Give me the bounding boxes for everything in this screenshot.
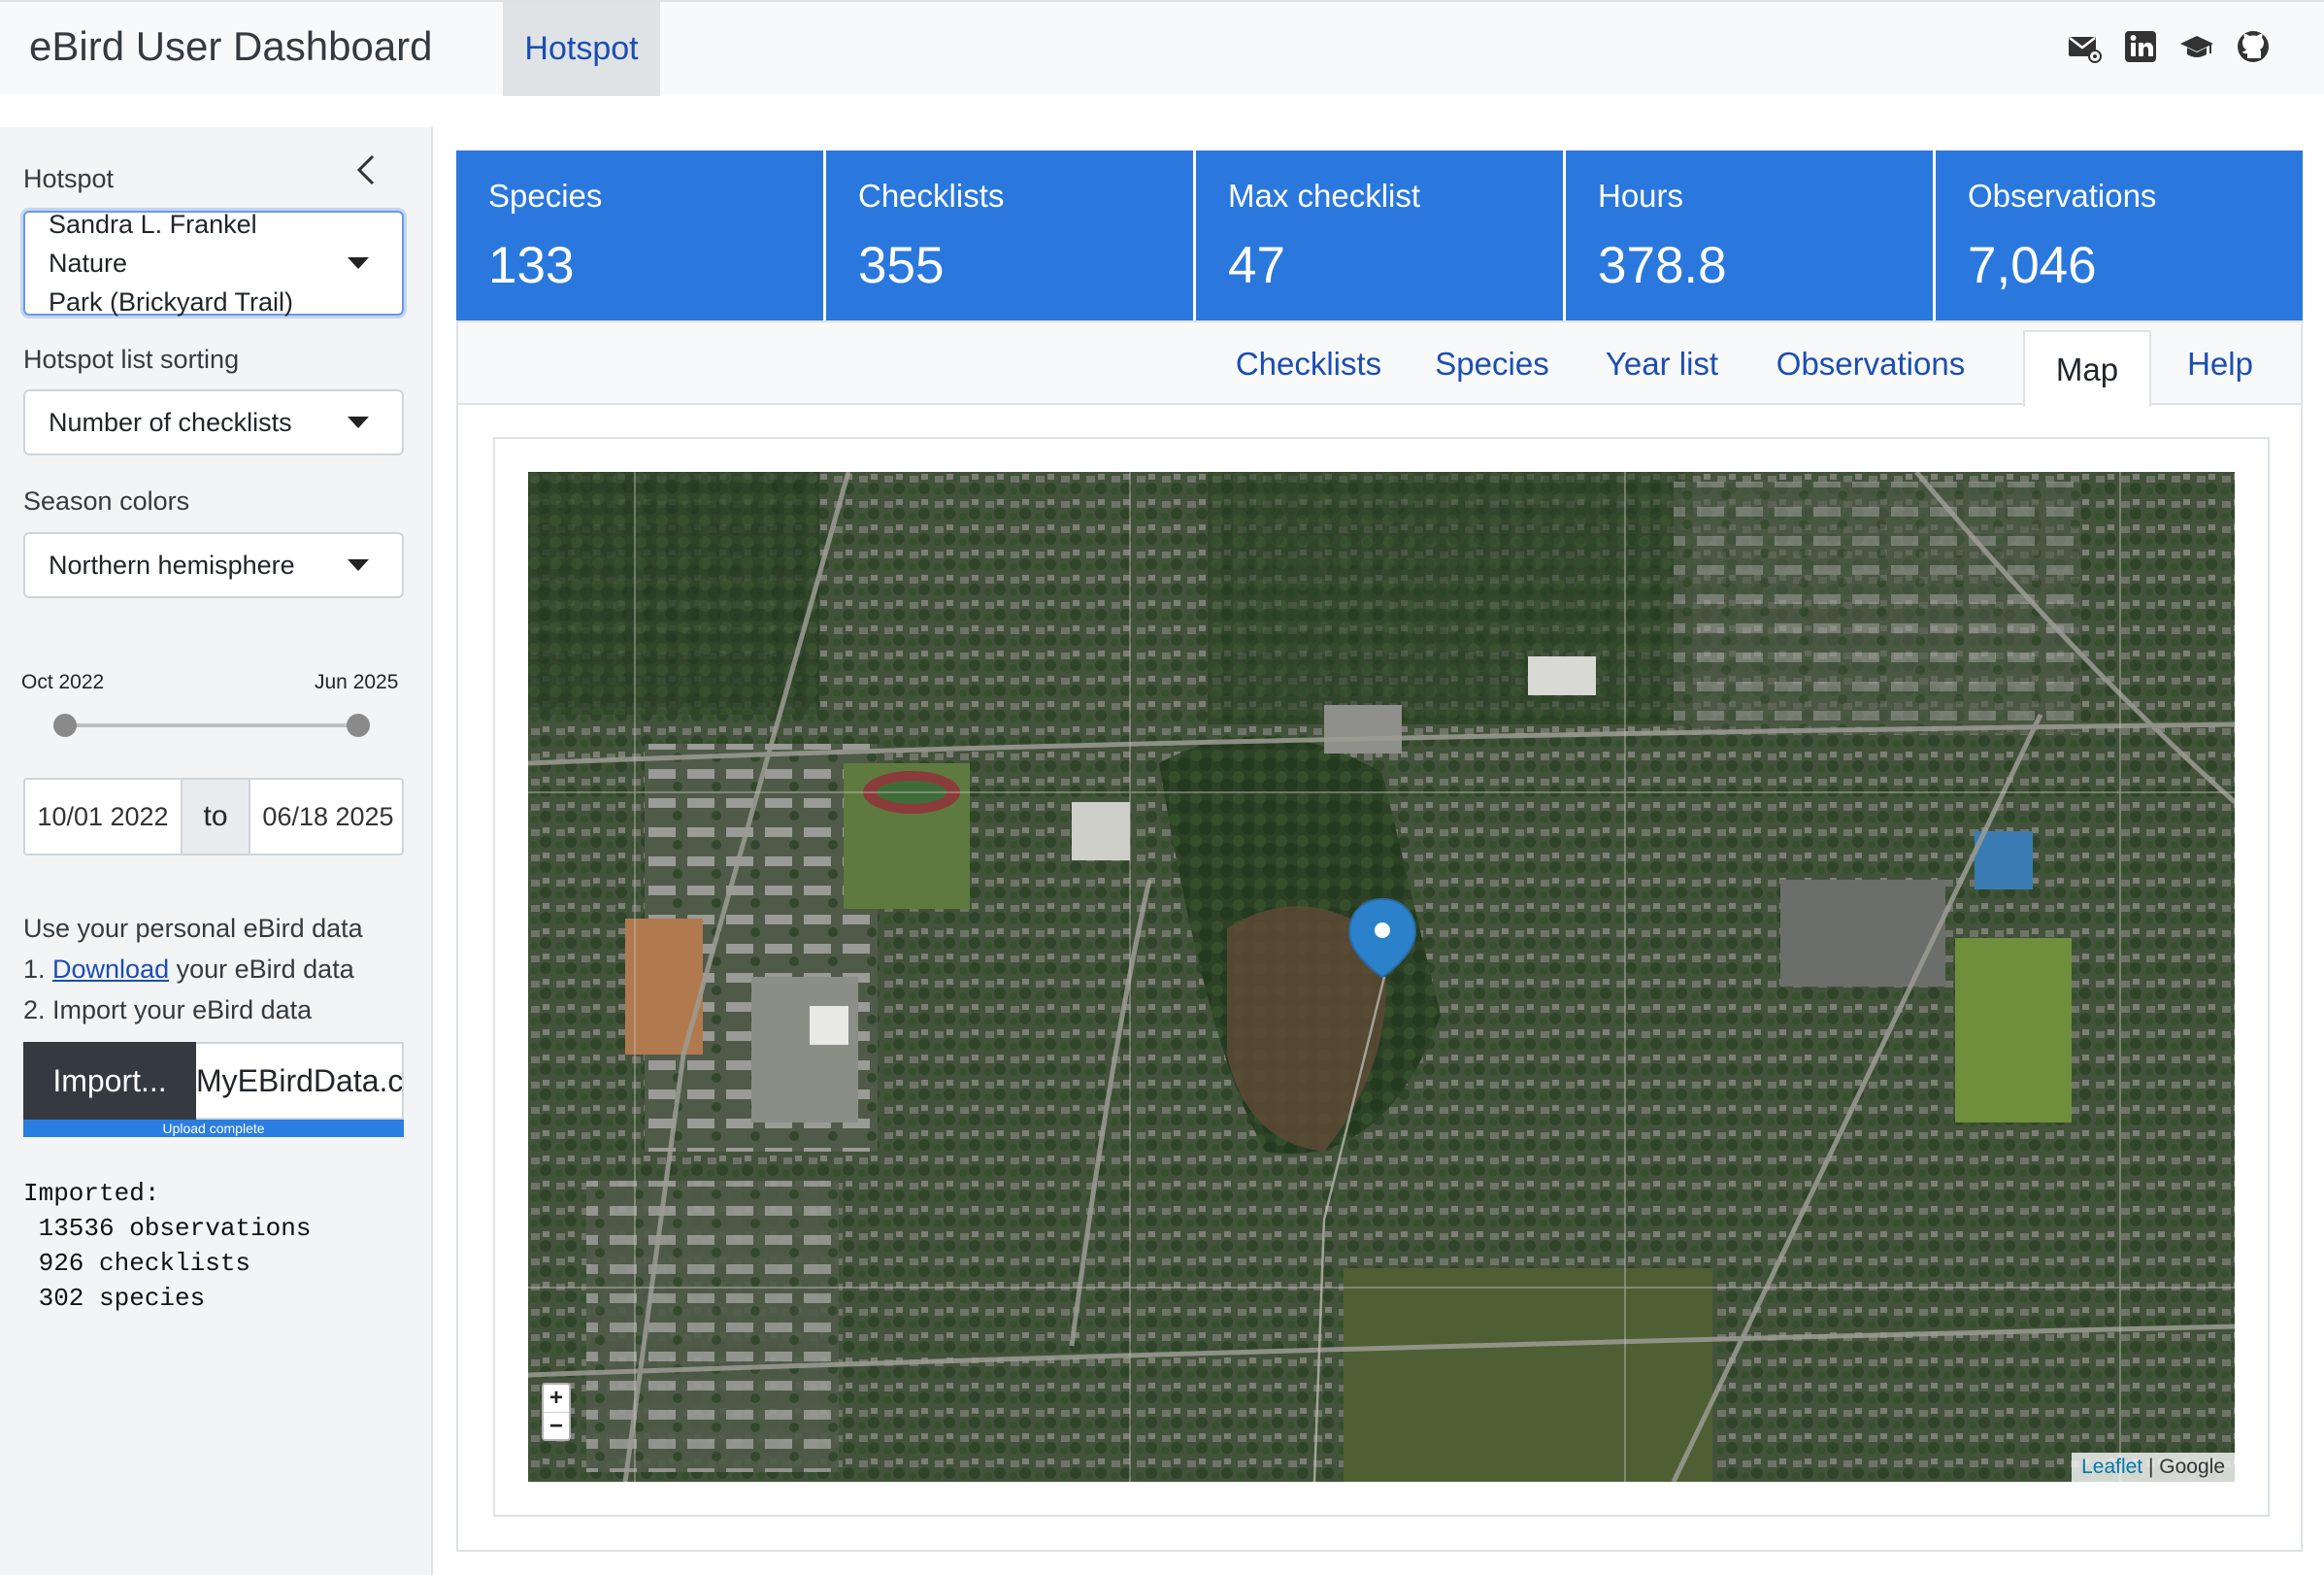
chevron-down-icon [348,257,369,269]
collapse-sidebar-icon[interactable] [351,152,381,187]
hotspot-label: Hotspot [23,164,115,193]
map-zoom-control: + − [542,1383,571,1441]
linkedin-icon[interactable] [2123,29,2158,64]
hotspot-select[interactable]: Sandra L. Frankel Nature Park (Brickyard… [23,210,404,317]
top-navbar: eBird User Dashboard Hotspot [0,0,2324,96]
step-1-prefix: 1. [23,955,53,984]
tab-species[interactable]: Species [1429,322,1555,405]
range-min-label: Oct 2022 [21,671,105,693]
date-range-input: 10/01 2022 to 06/18 2025 [23,778,404,855]
tab-help[interactable]: Help [2167,322,2274,405]
card-tab-bar: Checklists Species Year list Observation… [458,322,2301,407]
import-button[interactable]: Import... [23,1042,196,1120]
sorting-label: Hotspot list sorting [23,345,240,374]
sidebar: Hotspot Sandra L. Frankel Nature Park (B… [0,127,433,1575]
sorting-select[interactable]: Number of checklists [23,389,404,455]
date-range-slider-track[interactable] [64,723,357,727]
end-date-input[interactable]: 06/18 2025 [250,780,406,854]
value-box-title: Species [488,178,603,214]
season-colors-select-value: Northern hemisphere [49,550,295,580]
graduation-cap-icon[interactable] [2179,29,2214,64]
tab-observations[interactable]: Observations [1769,322,1973,405]
season-colors-select[interactable]: Northern hemisphere [23,532,404,598]
zoom-in-button[interactable]: + [544,1385,569,1412]
date-range-slider-min-handle[interactable] [53,714,77,737]
season-colors-label: Season colors [23,486,190,516]
value-box-hours: Hours 378.8 [1566,151,1933,320]
tab-year-list[interactable]: Year list [1594,322,1730,405]
hotspot-select-value-line1: Sandra L. Frankel Nature [49,210,257,278]
step-2-text: 2. Import your eBird data [23,995,313,1024]
hotspot-select-value-line2: Park (Brickyard Trail) [49,287,294,317]
value-box-title: Hours [1598,178,1684,214]
satellite-map[interactable]: + − Leaflet | Google [528,472,2235,1482]
attribution-separator: | [2142,1456,2160,1478]
chevron-down-icon [348,417,369,428]
step-1-text: 1. Download your eBird data [23,955,354,985]
value-box-species: Species 133 [456,151,823,320]
date-range-separator: to [181,780,250,854]
step-1-suffix: your eBird data [169,955,354,984]
date-range-slider-max-handle[interactable] [347,714,370,737]
email-icon[interactable] [2067,29,2102,64]
value-box-value: 133 [488,237,575,294]
github-icon[interactable] [2236,29,2271,64]
map-attribution: Leaflet | Google [2072,1453,2235,1482]
import-summary-species: 302 species [23,1284,206,1313]
value-box-checklists: Checklists 355 [826,151,1193,320]
value-box-value: 355 [858,237,945,294]
import-summary-checklists: 926 checklists [23,1249,251,1278]
zoom-out-button[interactable]: − [544,1412,569,1439]
tab-map[interactable]: Map [2023,330,2151,407]
upload-progress-bar: Upload complete [23,1120,404,1137]
personal-data-heading: Use your personal eBird data [23,914,363,943]
import-summary-observations: 13536 observations [23,1214,312,1243]
tab-checklists[interactable]: Checklists [1235,322,1382,405]
start-date-input[interactable]: 10/01 2022 [25,780,181,854]
range-max-label: Jun 2025 [315,671,399,693]
value-box-max-checklist: Max checklist 47 [1196,151,1563,320]
value-box-title: Checklists [858,178,1005,214]
map-panel: + − Leaflet | Google [493,437,2270,1517]
nav-tab-hotspot[interactable]: Hotspot [503,2,660,96]
value-box-value: 378.8 [1598,237,1727,294]
value-box-observations: Observations 7,046 [1936,151,2303,320]
chevron-down-icon [348,559,369,571]
tabbed-card: Checklists Species Year list Observation… [456,320,2303,1552]
value-box-value: 47 [1228,237,1285,294]
download-link[interactable]: Download [52,955,169,984]
app-title: eBird User Dashboard [29,23,433,69]
value-box-value: 7,046 [1968,237,2097,294]
import-summary: Imported: 13536 observations 926 checkli… [23,1176,311,1316]
value-box-title: Observations [1968,178,2157,214]
satellite-map-imagery [528,472,2235,1482]
leaflet-link[interactable]: Leaflet [2081,1456,2142,1478]
sorting-select-value: Number of checklists [49,407,292,437]
navbar-icon-links [2067,29,2271,64]
attribution-source: Google [2159,1456,2225,1478]
import-summary-title: Imported: [23,1179,160,1208]
file-name-field: MyEBirdData.csv [196,1042,404,1120]
value-box-title: Max checklist [1228,178,1421,214]
